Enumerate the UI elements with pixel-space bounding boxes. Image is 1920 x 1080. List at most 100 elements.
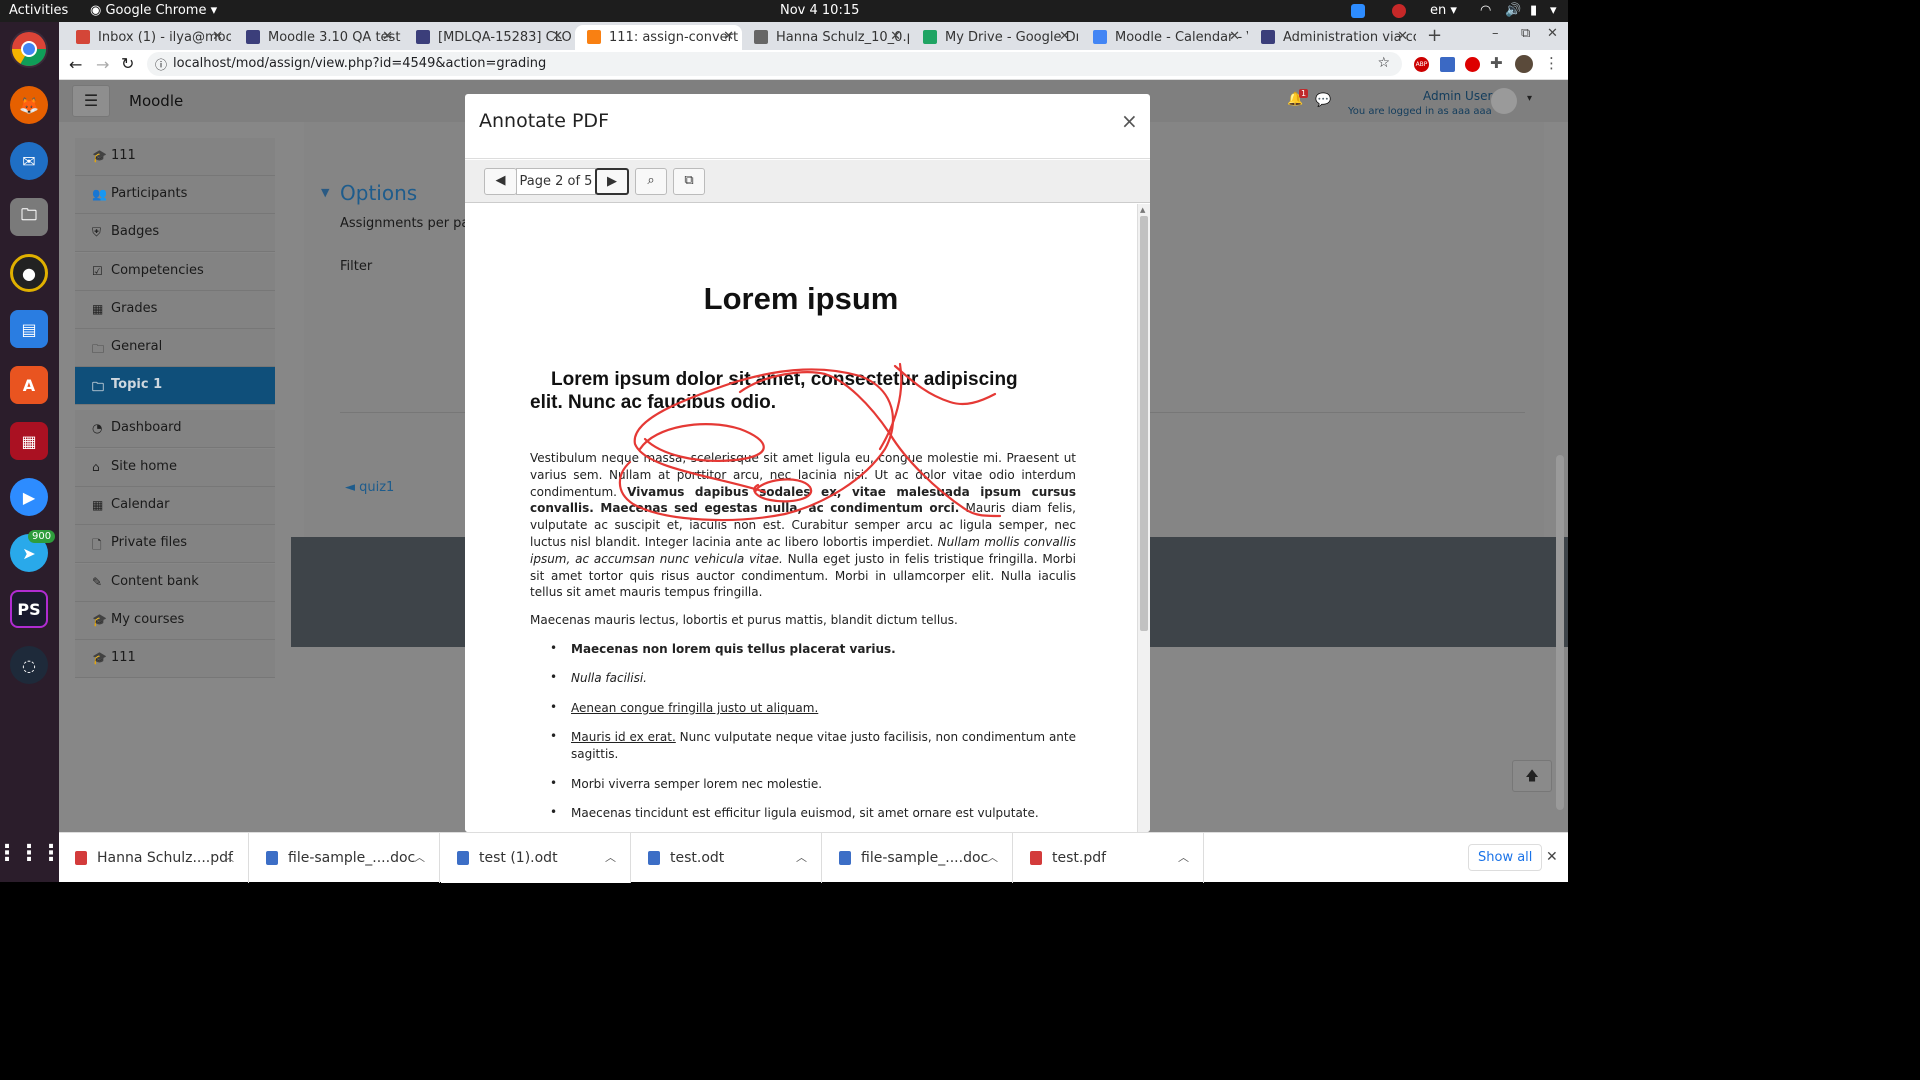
hamburger-menu-button[interactable]: ☰ xyxy=(72,85,110,117)
browser-tab[interactable]: Administration via cc ✕ xyxy=(1249,25,1416,50)
nav-item-participants[interactable]: 👥 Participants xyxy=(75,176,275,214)
nav-item-my-courses[interactable]: 🎓 My courses xyxy=(75,602,275,640)
close-tab-icon[interactable]: ✕ xyxy=(552,29,563,44)
bookmark-star-icon[interactable]: ☆ xyxy=(1377,55,1390,71)
minimize-window-icon[interactable]: – xyxy=(1492,26,1499,41)
thunderbird-launcher-icon[interactable]: ✉ xyxy=(10,142,48,180)
previous-page-button[interactable]: ◀ xyxy=(484,168,517,195)
close-tab-icon[interactable]: ✕ xyxy=(890,29,901,44)
nav-item-111[interactable]: 🎓 111 xyxy=(75,138,275,176)
nav-item-competencies[interactable]: ☑ Competencies xyxy=(75,253,275,291)
pdf-scrollbar[interactable]: ▲ xyxy=(1137,204,1150,832)
download-options-chevron-icon[interactable]: ︿ xyxy=(414,849,425,865)
close-downloads-bar-button[interactable]: ✕ xyxy=(1546,849,1558,865)
terminal-app-launcher-icon[interactable]: ▦ xyxy=(10,422,48,460)
user-avatar[interactable] xyxy=(1491,88,1517,114)
new-tab-button[interactable]: + xyxy=(1427,25,1442,46)
download-item[interactable]: file-sample_....doc ︿ xyxy=(250,833,440,883)
nav-item-grades[interactable]: ▦ Grades xyxy=(75,291,275,329)
site-info-icon[interactable]: ⓘ xyxy=(155,56,167,73)
download-options-chevron-icon[interactable]: ︿ xyxy=(605,849,616,865)
close-tab-icon[interactable]: ✕ xyxy=(1229,29,1240,44)
messages-icon[interactable]: 💬 xyxy=(1315,93,1331,108)
download-item[interactable]: test.pdf ︿ xyxy=(1014,833,1204,883)
address-bar[interactable]: ⓘ localhost/mod/assign/view.php?id=4549&… xyxy=(147,52,1402,76)
user-menu-chevron-icon[interactable]: ▾ xyxy=(1527,93,1532,104)
page-select[interactable]: Page 2 of 5 xyxy=(516,168,596,195)
next-page-button[interactable]: ▶ xyxy=(595,168,629,195)
freehand-annotation[interactable] xyxy=(465,204,1137,832)
phpstorm-launcher-icon[interactable]: PS xyxy=(10,590,48,628)
close-dialog-button[interactable]: × xyxy=(1121,109,1138,133)
show-all-downloads-button[interactable]: Show all xyxy=(1468,844,1543,871)
files-launcher-icon[interactable]: 🗀 xyxy=(10,198,48,236)
restore-window-icon[interactable]: ⧉ xyxy=(1521,26,1530,41)
nav-item-topic-1[interactable]: 🗀 Topic 1 xyxy=(75,367,275,405)
volume-icon[interactable]: 🔊 xyxy=(1505,3,1521,18)
adblock-extension-icon[interactable]: ABP xyxy=(1414,57,1429,72)
nav-item-calendar[interactable]: ▦ Calendar xyxy=(75,487,275,525)
nav-item-private-files[interactable]: 🗋 Private files xyxy=(75,525,275,563)
youtube-extension-icon[interactable] xyxy=(1465,57,1480,72)
close-tab-icon[interactable]: ✕ xyxy=(1397,29,1408,44)
site-name[interactable]: Moodle xyxy=(129,92,183,110)
firefox-launcher-icon[interactable]: 🦊 xyxy=(10,86,48,124)
forward-icon[interactable]: → xyxy=(96,55,109,74)
zoom-launcher-icon[interactable]: ▶ xyxy=(10,478,48,516)
close-tab-icon[interactable]: ✕ xyxy=(723,29,734,44)
download-options-chevron-icon[interactable]: ︿ xyxy=(1178,849,1189,865)
settings-spiral-launcher-icon[interactable]: ◌ xyxy=(10,646,48,684)
close-tab-icon[interactable]: ✕ xyxy=(382,29,393,44)
record-tray-icon[interactable] xyxy=(1392,4,1406,18)
collapse-options-icon[interactable]: ▼ xyxy=(321,186,329,199)
options-heading[interactable]: Options xyxy=(340,181,417,205)
prev-activity-link[interactable]: ◄ quiz1 xyxy=(345,480,394,495)
nav-item-content-bank[interactable]: ✎ Content bank xyxy=(75,564,275,602)
close-window-icon[interactable]: ✕ xyxy=(1547,26,1558,41)
close-tab-icon[interactable]: ✕ xyxy=(1059,29,1070,44)
pdf-page[interactable]: Lorem ipsum Lorem ipsum dolor sit amet, … xyxy=(465,204,1137,832)
nav-item-general[interactable]: 🗀 General xyxy=(75,329,275,367)
search-comments-icon[interactable]: ⌕ xyxy=(635,168,667,195)
activities-button[interactable]: Activities xyxy=(9,3,68,18)
expand-comments-icon[interactable]: ⧉ xyxy=(673,168,705,195)
back-icon[interactable]: ← xyxy=(69,55,82,74)
zoom-tray-icon[interactable] xyxy=(1351,4,1365,18)
download-options-chevron-icon[interactable]: ︿ xyxy=(223,849,234,865)
reload-icon[interactable]: ↻ xyxy=(121,54,134,73)
calendar-extension-icon[interactable] xyxy=(1440,57,1455,72)
chrome-menu-icon[interactable]: ⋮ xyxy=(1544,54,1559,72)
user-name[interactable]: Admin User xyxy=(1423,89,1492,103)
browser-tab[interactable]: Moodle - Calendar - V ✕ xyxy=(1081,25,1248,50)
back-to-top-button[interactable]: 🡅 xyxy=(1512,760,1552,792)
page-scrollbar[interactable] xyxy=(1556,455,1564,810)
download-item[interactable]: test.odt ︿ xyxy=(632,833,822,883)
browser-tab[interactable]: [MDLQA-15283] CLON ✕ xyxy=(404,25,571,50)
libreoffice-writer-launcher-icon[interactable]: ▤ xyxy=(10,310,48,348)
wifi-icon[interactable]: ◠ xyxy=(1480,3,1491,18)
download-options-chevron-icon[interactable]: ︿ xyxy=(987,849,998,865)
language-indicator[interactable]: en ▾ xyxy=(1430,3,1457,18)
battery-icon[interactable]: ▮ xyxy=(1530,3,1537,18)
browser-tab[interactable]: Moodle 3.10 QA testi ✕ xyxy=(234,25,401,50)
download-options-chevron-icon[interactable]: ︿ xyxy=(796,849,807,865)
close-tab-icon[interactable]: ✕ xyxy=(212,29,223,44)
profile-avatar-icon[interactable] xyxy=(1515,55,1533,73)
app-menu[interactable]: ◉ Google Chrome ▾ xyxy=(90,3,217,18)
extensions-puzzle-icon[interactable]: ✚ xyxy=(1490,54,1503,72)
nav-item-111[interactable]: 🎓 111 xyxy=(75,640,275,678)
browser-tab[interactable]: 111: assign-convert - ✕ xyxy=(575,25,742,50)
software-center-launcher-icon[interactable]: A xyxy=(10,366,48,404)
rhythmbox-launcher-icon[interactable]: ● xyxy=(10,254,48,292)
show-applications-icon[interactable]: ⋮⋮⋮ xyxy=(0,834,62,872)
pdf-scroll-thumb[interactable] xyxy=(1140,216,1148,631)
nav-item-site-home[interactable]: ⌂ Site home xyxy=(75,449,275,487)
download-item[interactable]: test (1).odt ︿ xyxy=(441,833,631,883)
clock[interactable]: Nov 4 10:15 xyxy=(780,3,859,18)
browser-tab[interactable]: My Drive - Google Dri ✕ xyxy=(911,25,1078,50)
download-item[interactable]: Hanna Schulz....pdf ︿ xyxy=(59,833,249,883)
power-menu-icon[interactable]: ▾ xyxy=(1550,3,1557,18)
chrome-launcher-icon[interactable] xyxy=(10,30,48,68)
nav-item-dashboard[interactable]: ◔ Dashboard xyxy=(75,410,275,448)
nav-item-badges[interactable]: ⛨ Badges xyxy=(75,214,275,252)
